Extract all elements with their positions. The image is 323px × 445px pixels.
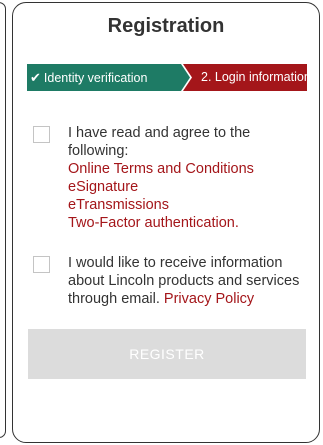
terms-conditions-link[interactable]: Online Terms and Conditions <box>68 160 309 178</box>
marketing-checkbox[interactable] <box>33 256 50 273</box>
marketing-text: I would like to receive information abou… <box>68 254 309 308</box>
privacy-policy-link[interactable]: Privacy Policy <box>164 291 254 307</box>
previous-panel-edge <box>0 2 6 438</box>
step-login-information: 2. Login information <box>201 70 311 84</box>
register-button[interactable]: REGISTER <box>28 329 306 379</box>
esignature-link[interactable]: eSignature <box>68 178 309 196</box>
step-identity-label: Identity verification <box>43 71 148 85</box>
checkmark-icon: ✔ <box>30 70 41 85</box>
progress-stepper: ✔ Identity verification 2. Login informat… <box>27 64 311 91</box>
two-factor-link[interactable]: Two-Factor authentication. <box>68 214 309 232</box>
terms-intro: I have read and agree to the following: <box>68 125 251 159</box>
terms-checkbox[interactable] <box>33 126 50 143</box>
etransmissions-link[interactable]: eTransmissions <box>68 196 309 214</box>
registration-card: Registration ✔ Identity verification 2. L… <box>12 2 320 443</box>
terms-text: I have read and agree to the following: … <box>68 124 309 232</box>
page-title: Registration <box>107 15 225 37</box>
step-identity-verification: ✔ Identity verification <box>30 64 147 91</box>
